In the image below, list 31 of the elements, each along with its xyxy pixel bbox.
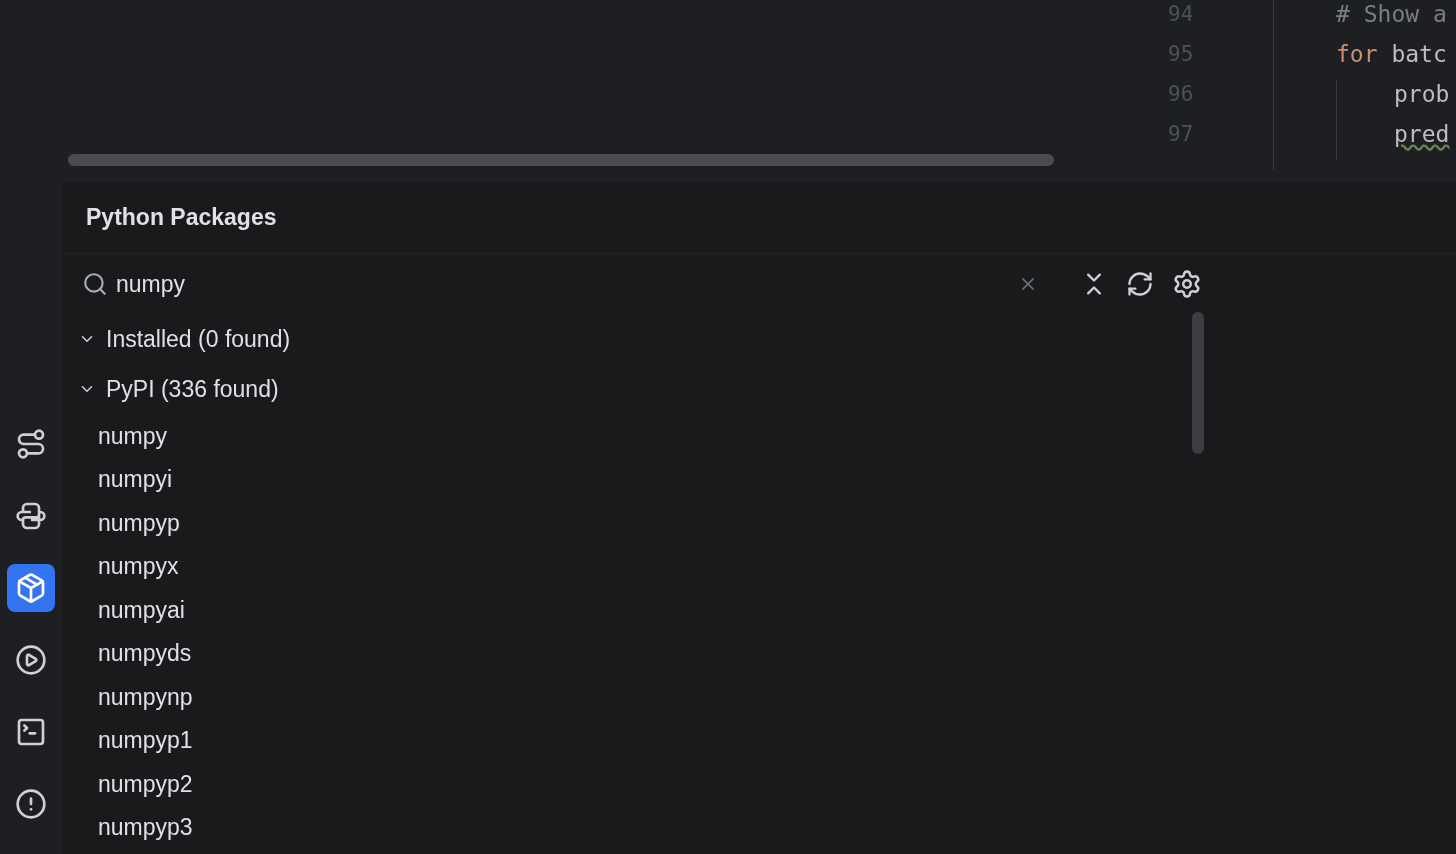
search-value: numpy: [116, 269, 187, 299]
alert-icon: [15, 788, 47, 820]
package-item[interactable]: numpyx: [98, 549, 179, 584]
search-field[interactable]: numpy: [82, 266, 1038, 302]
play-icon: [15, 644, 47, 676]
package-item[interactable]: numpyds: [98, 636, 192, 671]
search-icon: [82, 271, 108, 297]
package-item[interactable]: numpynp: [98, 679, 193, 714]
route-icon: [15, 428, 47, 460]
panel-title: Python Packages: [86, 203, 277, 233]
tree-group[interactable]: Installed (0 found): [78, 314, 1192, 364]
package-item[interactable]: numpyai: [98, 592, 185, 627]
refresh-icon[interactable]: [1126, 270, 1154, 298]
settings-icon[interactable]: [1172, 269, 1202, 299]
package-item[interactable]: numpyp1: [98, 723, 193, 758]
code-line: # Show a: [1336, 0, 1447, 29]
code-line: prob: [1394, 80, 1450, 109]
tree-group[interactable]: PyPI (336 found): [78, 364, 1192, 414]
package-item[interactable]: numpyi: [98, 462, 173, 497]
package-item[interactable]: numpyp2: [98, 766, 193, 801]
vertical-scrollbar[interactable]: [1192, 312, 1204, 454]
code-line: for batc: [1336, 40, 1447, 69]
terminal-icon: [15, 716, 47, 748]
python-icon: [15, 500, 47, 532]
horizontal-scrollbar[interactable]: [68, 154, 1054, 166]
package-item[interactable]: numpyp: [98, 505, 180, 540]
code-line: pred: [1394, 120, 1450, 149]
package-item[interactable]: numpy: [98, 418, 168, 453]
package-icon: [15, 572, 47, 604]
package-item[interactable]: numpyp3: [98, 810, 193, 845]
tool-window-button[interactable]: [7, 564, 55, 612]
